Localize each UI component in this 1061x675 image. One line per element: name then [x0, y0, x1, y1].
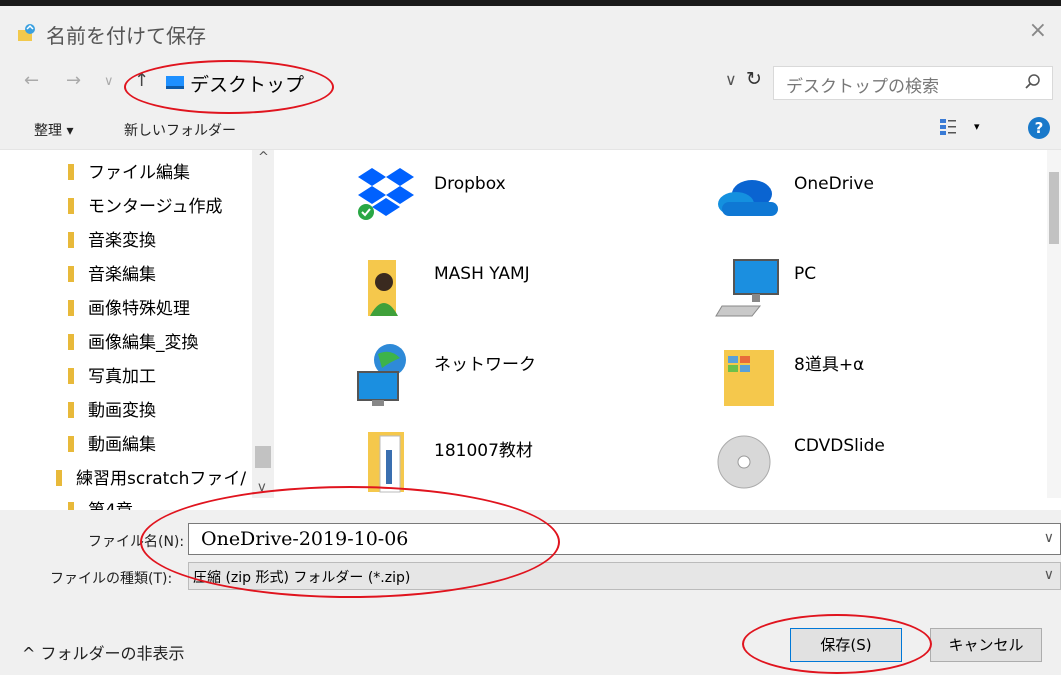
sidebar-item-label: 第4章: [88, 501, 133, 510]
forward-arrow-icon[interactable]: →: [66, 70, 81, 91]
annotation-ellipse-address: [124, 60, 334, 114]
user-folder-icon: [368, 260, 398, 316]
sidebar-item[interactable]: ファイル編集: [68, 158, 190, 192]
view-options-icon[interactable]: [940, 119, 956, 135]
navigation-pane: ファイル編集 モンタージュ作成 音楽変換 音楽編集 画像特殊処理 画像編集_変換…: [0, 150, 274, 510]
filetype-dropdown-icon[interactable]: ∨: [1044, 567, 1054, 583]
item-label: ネットワーク: [434, 355, 536, 375]
sidebar-item-label: 画像編集_変換: [88, 333, 199, 353]
filename-dropdown-icon[interactable]: ∨: [1044, 530, 1054, 546]
list-item[interactable]: PC: [714, 254, 1054, 330]
view-dropdown-icon[interactable]: ▾: [974, 120, 980, 133]
search-placeholder: デスクトップの検索: [786, 77, 939, 97]
sidebar-item[interactable]: 画像編集_変換: [68, 328, 199, 362]
network-icon: [357, 344, 406, 406]
scroll-up-icon[interactable]: ^: [258, 150, 269, 165]
folder-icon: [68, 198, 74, 214]
folder-icon: [68, 402, 74, 418]
search-icon[interactable]: [1024, 71, 1042, 93]
help-icon[interactable]: ?: [1028, 117, 1050, 139]
item-label: MASH YAMJ: [434, 264, 530, 284]
sidebar-item-label: 音楽編集: [88, 265, 156, 285]
sidebar-item[interactable]: 画像特殊処理: [68, 294, 190, 328]
list-item[interactable]: MASH YAMJ: [354, 254, 694, 330]
sidebar-item-label: モンタージュ作成: [88, 197, 223, 217]
item-label: Dropbox: [434, 174, 506, 194]
disc-icon: [717, 435, 771, 489]
sidebar-item[interactable]: 写真加工: [68, 362, 156, 396]
item-label: PC: [794, 264, 817, 284]
refresh-icon[interactable]: ↻: [746, 68, 762, 90]
title-bar: 名前を付けて保存 ×: [0, 6, 1061, 58]
sidebar-item[interactable]: 音楽編集: [68, 260, 156, 294]
file-list: Dropbox OneDrive MASH YAMJ PC ネットワーク 8道具…: [274, 150, 1061, 510]
sidebar-item[interactable]: モンタージュ作成: [68, 192, 222, 226]
folder-icon: [724, 350, 774, 406]
folder-icon: [68, 436, 74, 452]
hide-folders-toggle[interactable]: ^ フォルダーの非表示: [22, 640, 185, 664]
sidebar-item-label: 動画変換: [88, 401, 156, 421]
new-folder-button[interactable]: 新しいフォルダー: [124, 120, 236, 140]
sidebar-item[interactable]: 音楽変換: [68, 226, 156, 260]
list-item[interactable]: CDVDSlide: [714, 426, 1054, 502]
organize-button[interactable]: 整理 ▾: [34, 120, 73, 140]
folder-icon: [56, 470, 62, 486]
command-toolbar: 整理 ▾ 新しいフォルダー ▾ ?: [0, 108, 1061, 150]
content-scrollbar[interactable]: [1047, 150, 1061, 498]
item-label: 181007教材: [434, 441, 533, 461]
save-dialog-icon: [18, 24, 35, 41]
annotation-ellipse-filename: [140, 486, 560, 598]
address-dropdown-icon[interactable]: ∨: [725, 70, 737, 89]
sidebar-item-label: ファイル編集: [88, 163, 190, 183]
folder-icon: [68, 164, 74, 180]
folder-icon: [68, 300, 74, 316]
list-item[interactable]: OneDrive: [714, 164, 1054, 240]
window-title: 名前を付けて保存: [46, 24, 206, 48]
item-label: 8道具+α: [794, 355, 865, 375]
item-label: OneDrive: [794, 174, 874, 194]
sidebar-item[interactable]: 第4章: [68, 496, 133, 510]
sidebar-item-label: 音楽変換: [88, 231, 156, 251]
search-input[interactable]: デスクトップの検索: [773, 66, 1053, 100]
back-arrow-icon[interactable]: ←: [24, 70, 39, 91]
folder-icon: [68, 266, 74, 282]
sidebar-item[interactable]: 動画変換: [68, 396, 156, 430]
recent-locations-icon[interactable]: ∨: [104, 74, 114, 89]
sidebar-item[interactable]: 練習用scratchファイ/: [56, 464, 246, 498]
item-label: CDVDSlide: [794, 436, 885, 456]
sidebar-scrollbar[interactable]: ^ v: [252, 150, 274, 498]
folder-icon: [68, 334, 74, 350]
dropbox-icon: [358, 168, 414, 220]
folder-icon: [68, 232, 74, 248]
folder-icon: [68, 368, 74, 384]
scrollbar-thumb[interactable]: [1049, 172, 1059, 244]
pc-icon: [715, 259, 779, 317]
list-item[interactable]: Dropbox: [354, 164, 694, 240]
sidebar-item-label: 動画編集: [88, 435, 156, 455]
list-item[interactable]: 8道具+α: [714, 340, 1054, 416]
scrollbar-thumb[interactable]: [255, 446, 271, 468]
sidebar-item-label: 練習用scratchファイ/: [76, 469, 247, 489]
annotation-ellipse-save: [742, 614, 932, 674]
cancel-button[interactable]: キャンセル: [930, 628, 1042, 662]
onedrive-icon: [718, 180, 778, 216]
close-icon[interactable]: ×: [1029, 18, 1047, 43]
sidebar-item[interactable]: 動画編集: [68, 430, 156, 464]
filetype-label: ファイルの種類(T):: [50, 571, 173, 587]
sidebar-item-label: 写真加工: [88, 367, 156, 387]
sidebar-item-label: 画像特殊処理: [88, 299, 190, 319]
list-item[interactable]: ネットワーク: [354, 340, 694, 416]
folder-icon: [68, 502, 74, 510]
